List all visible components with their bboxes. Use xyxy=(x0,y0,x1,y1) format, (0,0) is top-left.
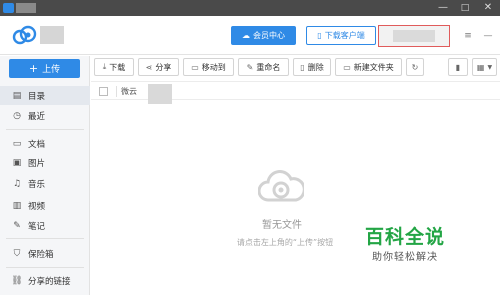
sidebar-item-label: 保险箱 xyxy=(28,249,54,260)
empty-state-title: 暂无文件 xyxy=(262,220,302,231)
download-client-button[interactable]: ▯ 下载客户端 xyxy=(306,26,376,45)
folder-move-icon: ▭ xyxy=(191,62,199,72)
panel-icon: ▮ xyxy=(455,62,461,72)
empty-cloud-icon xyxy=(258,170,304,202)
music-icon: ♫ xyxy=(12,178,22,189)
plus-icon: + xyxy=(28,62,39,75)
grid-view-icon: ▦ xyxy=(476,62,485,72)
trash-icon: ▯ xyxy=(300,62,305,72)
watermark-subtitle: 助你轻松解决 xyxy=(372,252,438,263)
sidebar-item-images[interactable]: ▣ 图片 xyxy=(0,153,90,172)
name-column-header[interactable]: 微云 xyxy=(121,86,137,97)
shield-icon: ⛉ xyxy=(13,248,21,259)
sidebar-item-label: 最近 xyxy=(28,111,46,122)
download-icon: ⤓ xyxy=(102,62,107,71)
divider xyxy=(6,267,84,268)
sidebar-item-label: 目录 xyxy=(28,91,46,102)
vip-center-label: 会员中心 xyxy=(253,31,285,40)
sidebar-item-notes[interactable]: ✎ 笔记 xyxy=(0,216,90,235)
delete-label: 删除 xyxy=(307,62,324,72)
sidebar-item-label: 笔记 xyxy=(28,221,46,232)
share-label: 分享 xyxy=(155,62,172,72)
document-icon: ▭ xyxy=(12,138,22,149)
empty-state-hint: 请点击左上角的“上传”按钮 xyxy=(236,238,334,247)
minimize-window-button[interactable]: — xyxy=(432,0,454,16)
file-list-header: 微云 xyxy=(91,81,500,104)
sidebar-item-label: 图片 xyxy=(28,158,46,169)
upload-button[interactable]: + 上传 xyxy=(9,59,80,78)
close-window-button[interactable]: ✕ xyxy=(477,0,499,16)
note-icon: ✎ xyxy=(13,220,21,231)
refresh-icon: ↻ xyxy=(411,62,419,72)
new-folder-label: 新建文件夹 xyxy=(353,62,394,72)
refresh-button[interactable]: ↻ xyxy=(406,58,424,76)
move-to-label: 移动到 xyxy=(201,62,226,72)
chevron-down-icon: ▼ xyxy=(487,63,493,71)
sidebar: + 上传 ▤ 目录 ◷ 最近 ▭ 文档 ▣ 图片 ♫ 音乐 ▥ 视频 ✎ 笔记 … xyxy=(0,56,90,295)
maximize-window-button[interactable]: □ xyxy=(454,0,476,16)
sidebar-item-recent[interactable]: ◷ 最近 xyxy=(0,106,90,125)
menu-icon[interactable]: ≡ xyxy=(462,31,474,41)
grid-icon: ▤ xyxy=(12,90,22,101)
sidebar-item-label: 分享的链接 xyxy=(28,276,71,287)
video-icon: ▥ xyxy=(12,200,22,211)
divider xyxy=(6,238,84,239)
new-folder-icon: ▭ xyxy=(343,62,351,72)
sidebar-item-label: 文档 xyxy=(28,139,46,150)
app-icon xyxy=(3,3,14,13)
sidebar-item-video[interactable]: ▥ 视频 xyxy=(0,196,90,215)
vip-center-button[interactable]: ☁ 会员中心 xyxy=(231,26,296,45)
sidebar-item-shared-links[interactable]: ⛓ 分享的链接 xyxy=(0,271,90,290)
image-icon: ▣ xyxy=(12,157,22,168)
sidebar-item-documents[interactable]: ▭ 文档 xyxy=(0,134,90,153)
column-separator xyxy=(116,86,117,97)
edit-icon: ✎ xyxy=(246,62,254,72)
download-label: 下载 xyxy=(109,62,126,72)
clock-icon: ◷ xyxy=(13,110,21,121)
new-folder-button[interactable]: ▭ 新建文件夹 xyxy=(335,58,402,76)
detail-panel-button[interactable]: ▮ xyxy=(448,58,468,76)
download-button[interactable]: ⤓ 下载 xyxy=(94,58,134,76)
view-mode-dropdown[interactable]: ▦ ▼ xyxy=(472,58,497,76)
weiyun-logo-icon xyxy=(12,25,37,45)
sidebar-item-label: 视频 xyxy=(28,201,46,212)
app-header: ☁ 会员中心 ▯ 下载客户端 ≡ — xyxy=(0,16,500,55)
rename-label: 重命名 xyxy=(256,62,281,72)
move-to-button[interactable]: ▭ 移动到 xyxy=(183,58,234,76)
username-redacted xyxy=(393,30,435,42)
user-profile-area[interactable] xyxy=(378,25,450,47)
sidebar-item-directory[interactable]: ▤ 目录 xyxy=(0,86,90,105)
download-client-label: 下载客户端 xyxy=(324,31,365,40)
column-redacted xyxy=(148,84,172,104)
title-bar: — □ ✕ xyxy=(0,0,500,16)
phone-icon: ▯ xyxy=(317,31,322,40)
cloud-icon: ☁ xyxy=(242,31,250,40)
sidebar-item-label: 音乐 xyxy=(28,179,46,190)
account-name-redacted xyxy=(40,26,64,44)
window-title-redacted xyxy=(16,3,36,13)
upload-label: 上传 xyxy=(42,65,61,75)
link-icon: ⛓ xyxy=(11,275,23,286)
sidebar-item-music[interactable]: ♫ 音乐 xyxy=(0,174,90,193)
file-toolbar: ⤓ 下载 ⋖ 分享 ▭ 移动到 ✎ 重命名 ▯ 删除 ▭ 新建文件夹 ↻ ▮ ▦… xyxy=(91,56,500,78)
select-all-checkbox[interactable] xyxy=(99,87,108,96)
share-button[interactable]: ⋖ 分享 xyxy=(138,58,179,76)
share-icon: ⋖ xyxy=(145,62,153,72)
sidebar-item-safe-box[interactable]: ⛉ 保险箱 xyxy=(0,244,90,263)
delete-button[interactable]: ▯ 删除 xyxy=(293,58,331,76)
rename-button[interactable]: ✎ 重命名 xyxy=(238,58,289,76)
watermark-title: 百科全说 xyxy=(365,226,446,248)
minimize-icon[interactable]: — xyxy=(482,31,494,41)
divider xyxy=(6,129,84,130)
